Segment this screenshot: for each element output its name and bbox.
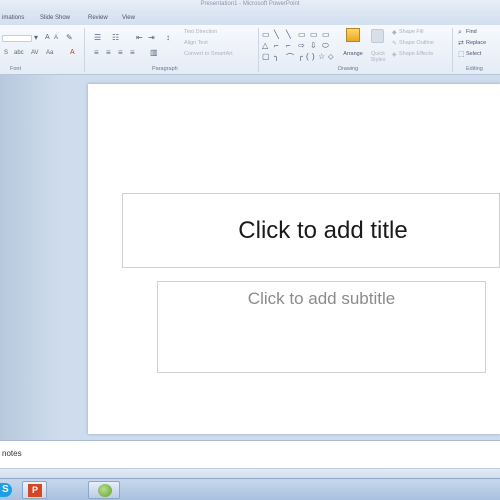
elbow-connector-icon[interactable]: ⌐: [274, 41, 279, 50]
powerpoint-icon: P: [28, 484, 42, 497]
rounded-rectangle-shape-icon[interactable]: ▭: [310, 30, 318, 39]
font-size-dropdown-icon[interactable]: ▾: [34, 34, 38, 42]
tab-slide-show[interactable]: Slide Show: [40, 15, 70, 21]
taskbar: S P: [0, 478, 500, 500]
rectangle-shape-icon[interactable]: ▭: [262, 30, 270, 39]
shape-outline-icon: ✎: [392, 41, 398, 47]
numbering-icon[interactable]: ☷: [112, 34, 119, 42]
shape-effects-icon: ◈: [392, 52, 397, 58]
notes-pane[interactable]: notes: [0, 440, 500, 468]
clear-formatting-icon[interactable]: ✎: [66, 34, 73, 42]
rectangle-shape-icon[interactable]: ▭: [322, 30, 330, 39]
tab-animations[interactable]: imations: [2, 15, 24, 21]
align-center-icon[interactable]: ≡: [106, 49, 111, 57]
skype-letter: S: [2, 484, 9, 495]
select-icon: ⬚: [458, 51, 465, 58]
taskbar-app-button[interactable]: [88, 481, 120, 499]
shape-outline-button[interactable]: Shape Outline: [399, 40, 434, 46]
title-placeholder[interactable]: Click to add title: [122, 193, 500, 268]
shape-fill-icon: ◆: [392, 30, 397, 36]
more-shapes-icon[interactable]: ⬦: [328, 52, 334, 62]
star-shape-icon[interactable]: ☆: [318, 52, 325, 61]
arc-shape-icon[interactable]: ⌒: [286, 52, 294, 63]
grow-font-icon[interactable]: A: [45, 34, 50, 42]
strikethrough-icon[interactable]: abc: [14, 49, 24, 57]
arrange-button[interactable]: Arrange: [340, 27, 366, 63]
oval-shape-icon[interactable]: ⬭: [322, 41, 329, 51]
font-size-box[interactable]: [2, 35, 32, 42]
columns-icon[interactable]: ▥: [150, 49, 158, 57]
curve-shape-icon[interactable]: ╮: [274, 52, 279, 61]
group-separator: [258, 28, 259, 72]
tab-view[interactable]: View: [122, 15, 135, 21]
shapes-gallery[interactable]: ▭ ╲ ╲ ▭ ▭ ▭ △ ⌐ ⌐ ⇨ ⇩ ⬭ ▢ ╮ ⌒ ╭ ( ) ☆ ⬦: [262, 30, 334, 63]
find-icon: ⌕: [458, 29, 462, 36]
elbow-connector-icon[interactable]: ⌐: [286, 41, 291, 50]
shrink-font-icon[interactable]: A: [54, 34, 58, 42]
subtitle-placeholder-text: Click to add subtitle: [247, 289, 396, 308]
tab-review[interactable]: Review: [88, 15, 108, 21]
rectangle-shape-icon[interactable]: ▭: [298, 30, 306, 39]
notes-placeholder: notes: [2, 449, 22, 458]
font-color-icon[interactable]: A: [70, 49, 75, 57]
replace-button[interactable]: Replace: [466, 40, 486, 46]
justify-icon[interactable]: ≡: [130, 49, 135, 57]
window-title: Presentation1 - Microsoft PowerPoint: [200, 1, 300, 7]
green-app-icon: [98, 484, 112, 497]
increase-indent-icon[interactable]: ⇥: [148, 34, 155, 42]
replace-icon: ⇄: [458, 40, 464, 47]
ribbon: ▾ A A ✎ S abc AV Aa A Font ☰ ☷ ⇤ ⇥ ↕ ≡ ≡…: [0, 25, 500, 75]
title-bar: Presentation1 - Microsoft PowerPoint: [0, 0, 500, 12]
quick-styles-icon: [371, 29, 384, 43]
group-label-paragraph: Paragraph: [152, 66, 178, 72]
align-text-button[interactable]: Align Text: [184, 40, 208, 46]
taskbar-powerpoint-button[interactable]: P: [22, 481, 47, 499]
arrange-icon: [346, 28, 360, 42]
find-button[interactable]: Find: [466, 29, 477, 35]
taskbar-skype-button[interactable]: S: [0, 481, 12, 499]
group-label-editing: Editing: [466, 66, 483, 72]
status-bar: [0, 468, 500, 478]
shape-fill-button[interactable]: Shape Fill: [399, 29, 423, 35]
quick-styles-label: Quick Styles: [370, 51, 386, 63]
down-arrow-shape-icon[interactable]: ⇩: [310, 41, 317, 50]
shape-effects-button[interactable]: Shape Effects: [399, 51, 433, 57]
line-shape-icon[interactable]: ╲: [274, 30, 279, 39]
group-label-font: Font: [10, 66, 22, 72]
bullets-icon[interactable]: ☰: [94, 34, 101, 42]
char-spacing-icon[interactable]: AV: [31, 49, 39, 57]
right-arrow-shape-icon[interactable]: ⇨: [298, 41, 305, 50]
select-button[interactable]: Select: [466, 51, 481, 57]
left-brace-shape-icon[interactable]: (: [306, 52, 309, 61]
rounded-box-shape-icon[interactable]: ▢: [262, 52, 270, 61]
change-case-icon[interactable]: Aa: [46, 49, 53, 57]
quick-styles-button[interactable]: Quick Styles: [366, 27, 390, 63]
align-left-icon[interactable]: ≡: [94, 49, 99, 57]
title-placeholder-text: Click to add title: [238, 217, 408, 244]
ribbon-tabs: imations Slide Show Review View: [0, 12, 500, 25]
decrease-indent-icon[interactable]: ⇤: [136, 34, 143, 42]
subtitle-placeholder[interactable]: Click to add subtitle: [157, 281, 486, 373]
group-separator: [84, 28, 85, 72]
curve-shape-icon[interactable]: ╭: [298, 52, 303, 61]
align-right-icon[interactable]: ≡: [118, 49, 123, 57]
group-separator: [452, 28, 453, 72]
convert-smartart-button[interactable]: Convert to SmartArt: [184, 51, 233, 57]
triangle-shape-icon[interactable]: △: [262, 41, 268, 50]
right-brace-shape-icon[interactable]: ): [312, 52, 315, 61]
line-shape-icon[interactable]: ╲: [286, 30, 291, 39]
text-direction-button[interactable]: Text Direction: [184, 29, 217, 35]
group-label-drawing: Drawing: [338, 66, 359, 72]
line-spacing-icon[interactable]: ↕: [166, 34, 170, 42]
arrange-label: Arrange: [343, 51, 363, 57]
shadow-icon[interactable]: S: [4, 49, 8, 57]
